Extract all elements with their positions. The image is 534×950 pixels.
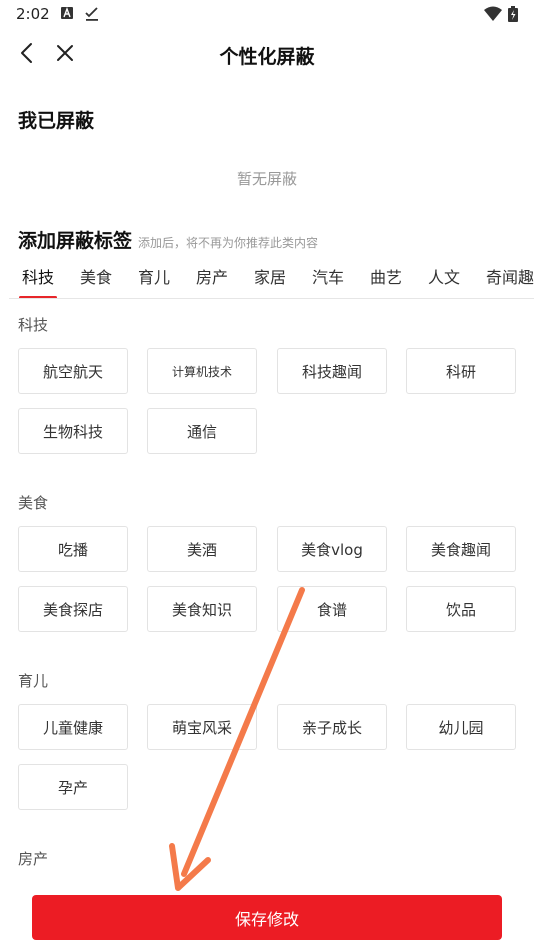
blocked-section-title: 我已屏蔽 bbox=[18, 110, 95, 132]
page-title: 个性化屏蔽 bbox=[219, 46, 315, 68]
add-title-text: 添加屏蔽标签 bbox=[18, 230, 133, 252]
tag-chip[interactable]: 孕产 bbox=[18, 764, 128, 810]
add-hint-text: 添加后，将不再为你推荐此类内容 bbox=[138, 236, 319, 250]
tag-chip[interactable]: 通信 bbox=[147, 408, 257, 454]
tab-realestate[interactable]: 房产 bbox=[196, 264, 228, 288]
tab-opera[interactable]: 曲艺 bbox=[370, 264, 402, 288]
category-label-parenting: 育儿 bbox=[18, 672, 49, 690]
status-time: 2:02 bbox=[16, 5, 50, 23]
save-button[interactable]: 保存修改 bbox=[32, 895, 502, 940]
tag-chip[interactable]: 科研 bbox=[406, 348, 516, 394]
battery-icon bbox=[508, 6, 518, 22]
download-check-icon bbox=[85, 7, 98, 21]
tab-home[interactable]: 家居 bbox=[254, 264, 286, 288]
tab-humanities[interactable]: 人文 bbox=[428, 264, 460, 288]
app-a-icon bbox=[61, 7, 73, 19]
wifi-icon bbox=[484, 6, 502, 21]
add-section-title: 添加屏蔽标签 添加后，将不再为你推荐此类内容 bbox=[18, 226, 318, 253]
tabs-divider bbox=[9, 298, 534, 299]
tag-chip[interactable]: 儿童健康 bbox=[18, 704, 128, 750]
empty-blocked-text: 暂无屏蔽 bbox=[236, 170, 297, 188]
tab-oddities[interactable]: 奇闻趣事 bbox=[486, 264, 534, 288]
tag-chip[interactable]: 航空航天 bbox=[18, 348, 128, 394]
tag-chip[interactable]: 美食vlog bbox=[277, 526, 387, 572]
category-tabs: 科技 美食 育儿 房产 家居 汽车 曲艺 人文 奇闻趣事 bbox=[0, 258, 534, 300]
tab-parenting[interactable]: 育儿 bbox=[138, 264, 170, 288]
tag-chip[interactable]: 幼儿园 bbox=[406, 704, 516, 750]
tag-chip[interactable]: 美食知识 bbox=[147, 586, 257, 632]
tag-chip[interactable]: 萌宝风采 bbox=[147, 704, 257, 750]
nav-bar: 个性化屏蔽 bbox=[0, 30, 534, 76]
tab-tech[interactable]: 科技 bbox=[22, 264, 54, 288]
tag-chip[interactable]: 亲子成长 bbox=[277, 704, 387, 750]
category-label-tech: 科技 bbox=[18, 316, 49, 334]
tab-food[interactable]: 美食 bbox=[80, 264, 112, 288]
tag-chip[interactable]: 食谱 bbox=[277, 586, 387, 632]
status-bar: 2:02 bbox=[0, 0, 534, 28]
tag-chip[interactable]: 科技趣闻 bbox=[277, 348, 387, 394]
tag-chip[interactable]: 美食探店 bbox=[18, 586, 128, 632]
tag-chip[interactable]: 美食趣闻 bbox=[406, 526, 516, 572]
tag-chip[interactable]: 吃播 bbox=[18, 526, 128, 572]
category-label-realestate: 房产 bbox=[18, 850, 49, 868]
category-label-food: 美食 bbox=[18, 494, 49, 512]
tag-chip[interactable]: 美酒 bbox=[147, 526, 257, 572]
tag-chip[interactable]: 生物科技 bbox=[18, 408, 128, 454]
tag-chip[interactable]: 饮品 bbox=[406, 586, 516, 632]
tag-chip[interactable]: 计算机技术 bbox=[147, 348, 257, 394]
tab-auto[interactable]: 汽车 bbox=[312, 264, 344, 288]
